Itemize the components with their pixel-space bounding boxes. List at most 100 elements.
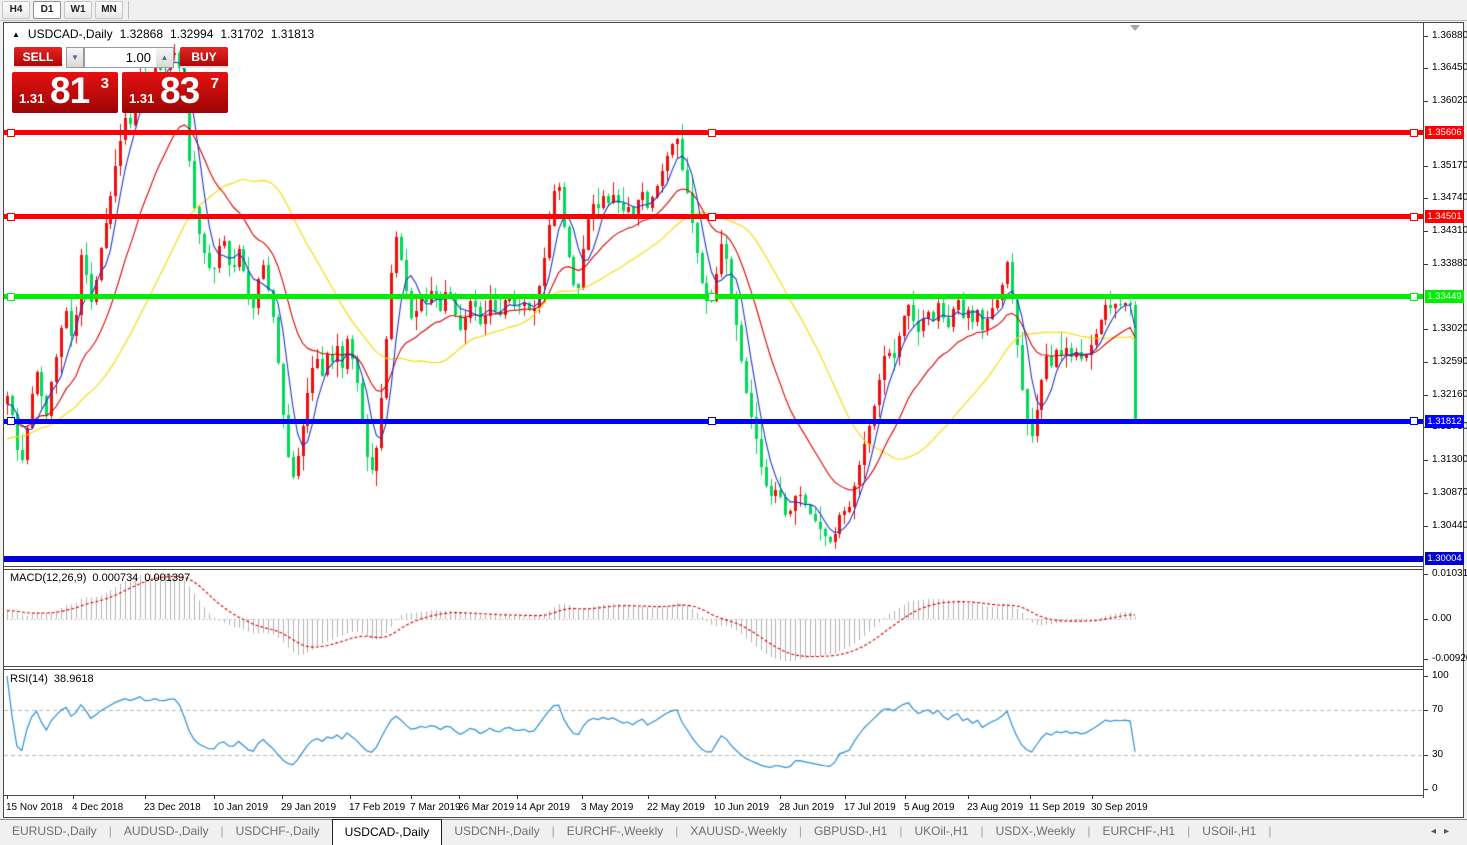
price-tick-mark <box>1424 525 1428 527</box>
line-handle[interactable] <box>708 212 716 221</box>
macd-axis-label: 0.010311 <box>1432 567 1467 579</box>
line-handle[interactable] <box>7 292 15 301</box>
line-handle[interactable] <box>1410 212 1418 221</box>
price-tick-mark <box>1424 460 1428 462</box>
line-handle[interactable] <box>7 417 15 426</box>
date-label: 22 May 2019 <box>647 802 705 813</box>
chart-tab-usdx-weekly[interactable]: USDX-,Weekly <box>984 820 1088 844</box>
chart-tab-audusd-daily[interactable]: AUDUSD-,Daily <box>112 820 221 844</box>
timeframe-toolbar: H4 D1 W1 MN <box>0 0 1467 21</box>
close-value: 1.31813 <box>270 27 315 41</box>
chart-tab-eurchf-h1[interactable]: EURCHF-,H1 <box>1091 820 1188 844</box>
rsi-value: 38.9618 <box>53 673 94 685</box>
rsi-axis-tick <box>1424 755 1428 757</box>
rsi-label: RSI(14) 38.9618 <box>10 673 100 685</box>
timeframe-button-w1[interactable]: W1 <box>64 1 92 19</box>
line-handle[interactable] <box>708 128 716 137</box>
sell-price-box[interactable]: 1.31 81 3 <box>12 70 118 113</box>
timeframe-button-h4[interactable]: H4 <box>2 1 30 19</box>
price-tick-label: 1.34310 <box>1432 225 1467 237</box>
sell-button[interactable]: SELL <box>14 47 62 68</box>
date-tick-mark <box>411 795 412 799</box>
line-handle[interactable] <box>1410 417 1418 426</box>
line-handle[interactable] <box>1410 128 1418 137</box>
price-level-label: 1.35606 <box>1425 126 1464 140</box>
price-tick-mark <box>1424 394 1428 396</box>
line-handle[interactable] <box>708 292 716 301</box>
price-tick-label: 1.36450 <box>1432 62 1467 74</box>
line-handle[interactable] <box>708 417 716 426</box>
date-tick-mark <box>845 795 846 799</box>
chart-tab-eurusd-daily[interactable]: EURUSD-,Daily <box>0 820 109 844</box>
pane-separator[interactable] <box>4 566 1423 567</box>
buy-button[interactable]: BUY <box>180 47 228 68</box>
timeframe-button-mn[interactable]: MN <box>95 1 123 19</box>
price-tick-label: 1.30440 <box>1432 519 1467 531</box>
date-tick-mark <box>73 795 74 799</box>
date-label: 10 Jan 2019 <box>213 802 269 813</box>
date-label: 5 Aug 2019 <box>904 802 955 813</box>
date-label: 17 Feb 2019 <box>349 802 406 813</box>
date-label: 29 Jan 2019 <box>281 802 337 813</box>
price-tick-mark <box>1424 362 1428 364</box>
price-tick-label: 1.33880 <box>1432 257 1467 269</box>
price-tick-mark <box>1424 68 1428 70</box>
buy-price-prefix: 1.31 <box>129 91 155 106</box>
chart-tab-eurchf-weekly[interactable]: EURCHF-,Weekly <box>555 820 675 844</box>
timeframe-button-d1[interactable]: D1 <box>33 1 61 19</box>
chart-tab-usoil-h1[interactable]: USOil-,H1 <box>1190 820 1268 844</box>
date-label: 10 Jun 2019 <box>714 802 770 813</box>
tab-scroll-right-icon[interactable]: ▸ <box>1444 826 1457 837</box>
price-tick-mark <box>1424 198 1428 200</box>
price-tick-mark <box>1424 231 1428 233</box>
line-handle[interactable] <box>7 212 15 221</box>
chart-tab-usdcad-daily[interactable]: USDCAD-,Daily <box>331 819 443 845</box>
date-tick-mark <box>582 795 583 799</box>
chart-tab-usdchf-daily[interactable]: USDCHF-,Daily <box>224 820 332 844</box>
date-tick-mark <box>350 795 351 799</box>
macd-name: MACD(12,26,9) <box>10 572 87 584</box>
rsi-axis-tick <box>1424 789 1428 790</box>
pane-separator[interactable] <box>4 666 1423 667</box>
pane-separator <box>4 569 1423 570</box>
line-handle[interactable] <box>1410 292 1418 301</box>
volume-input[interactable] <box>84 47 156 68</box>
tab-separator: | <box>1268 824 1272 838</box>
date-tick-mark <box>1092 795 1093 799</box>
price-tick-label: 1.33020 <box>1432 323 1467 335</box>
tab-scroll-left-icon[interactable]: ◂ <box>1431 826 1444 837</box>
volume-decrease-button[interactable]: ▼ <box>66 47 84 68</box>
date-label: 4 Dec 2018 <box>72 802 124 813</box>
macd-axis-label: 0.00 <box>1432 613 1452 624</box>
macd-indicator-canvas[interactable] <box>4 570 1423 665</box>
macd-signal-value: 0.001397 <box>144 572 191 584</box>
rsi-axis-tick <box>1424 709 1428 711</box>
chart-tab-xauusd-weekly[interactable]: XAUUSD-,Weekly <box>678 820 798 844</box>
chart-shift-marker-icon[interactable] <box>1130 25 1140 31</box>
date-tick-mark <box>517 795 518 799</box>
date-tick-mark <box>459 795 460 799</box>
chart-tab-gbpusd-h1[interactable]: GBPUSD-,H1 <box>802 820 899 844</box>
chart-window: ▲ USDCAD-,Daily 1.32868 1.32994 1.31702 1.318… <box>3 22 1467 818</box>
date-tick-mark <box>715 795 716 799</box>
price-tick-label: 1.35170 <box>1432 159 1467 171</box>
macd-main-value: 0.000734 <box>92 572 139 584</box>
chart-tab-ukoil-h1[interactable]: UKOil-,H1 <box>902 820 980 844</box>
date-label: 3 May 2019 <box>581 802 634 813</box>
collapse-panel-icon[interactable]: ▲ <box>12 30 20 39</box>
rsi-indicator-canvas[interactable] <box>4 671 1423 794</box>
price-level-label: 1.31812 <box>1425 414 1464 428</box>
macd-label: MACD(12,26,9) 0.000734 0.001397 <box>10 572 196 584</box>
volume-increase-button[interactable]: ▲ <box>156 47 174 68</box>
buy-price-box[interactable]: 1.31 83 7 <box>122 70 228 113</box>
symbol-period-label: USDCAD-,Daily <box>27 27 113 41</box>
date-label: 23 Aug 2019 <box>967 802 1024 813</box>
price-tick-label: 1.32160 <box>1432 388 1467 400</box>
price-tick-mark <box>1424 263 1428 265</box>
date-label: 28 Jun 2019 <box>779 802 835 813</box>
chart-tab-usdcnh-daily[interactable]: USDCNH-,Daily <box>442 820 551 844</box>
date-label: 23 Dec 2018 <box>144 802 201 813</box>
price-tick-label: 1.31300 <box>1432 454 1467 466</box>
date-tick-mark <box>968 795 969 799</box>
horizontal-line-1.30004[interactable] <box>4 555 1423 562</box>
